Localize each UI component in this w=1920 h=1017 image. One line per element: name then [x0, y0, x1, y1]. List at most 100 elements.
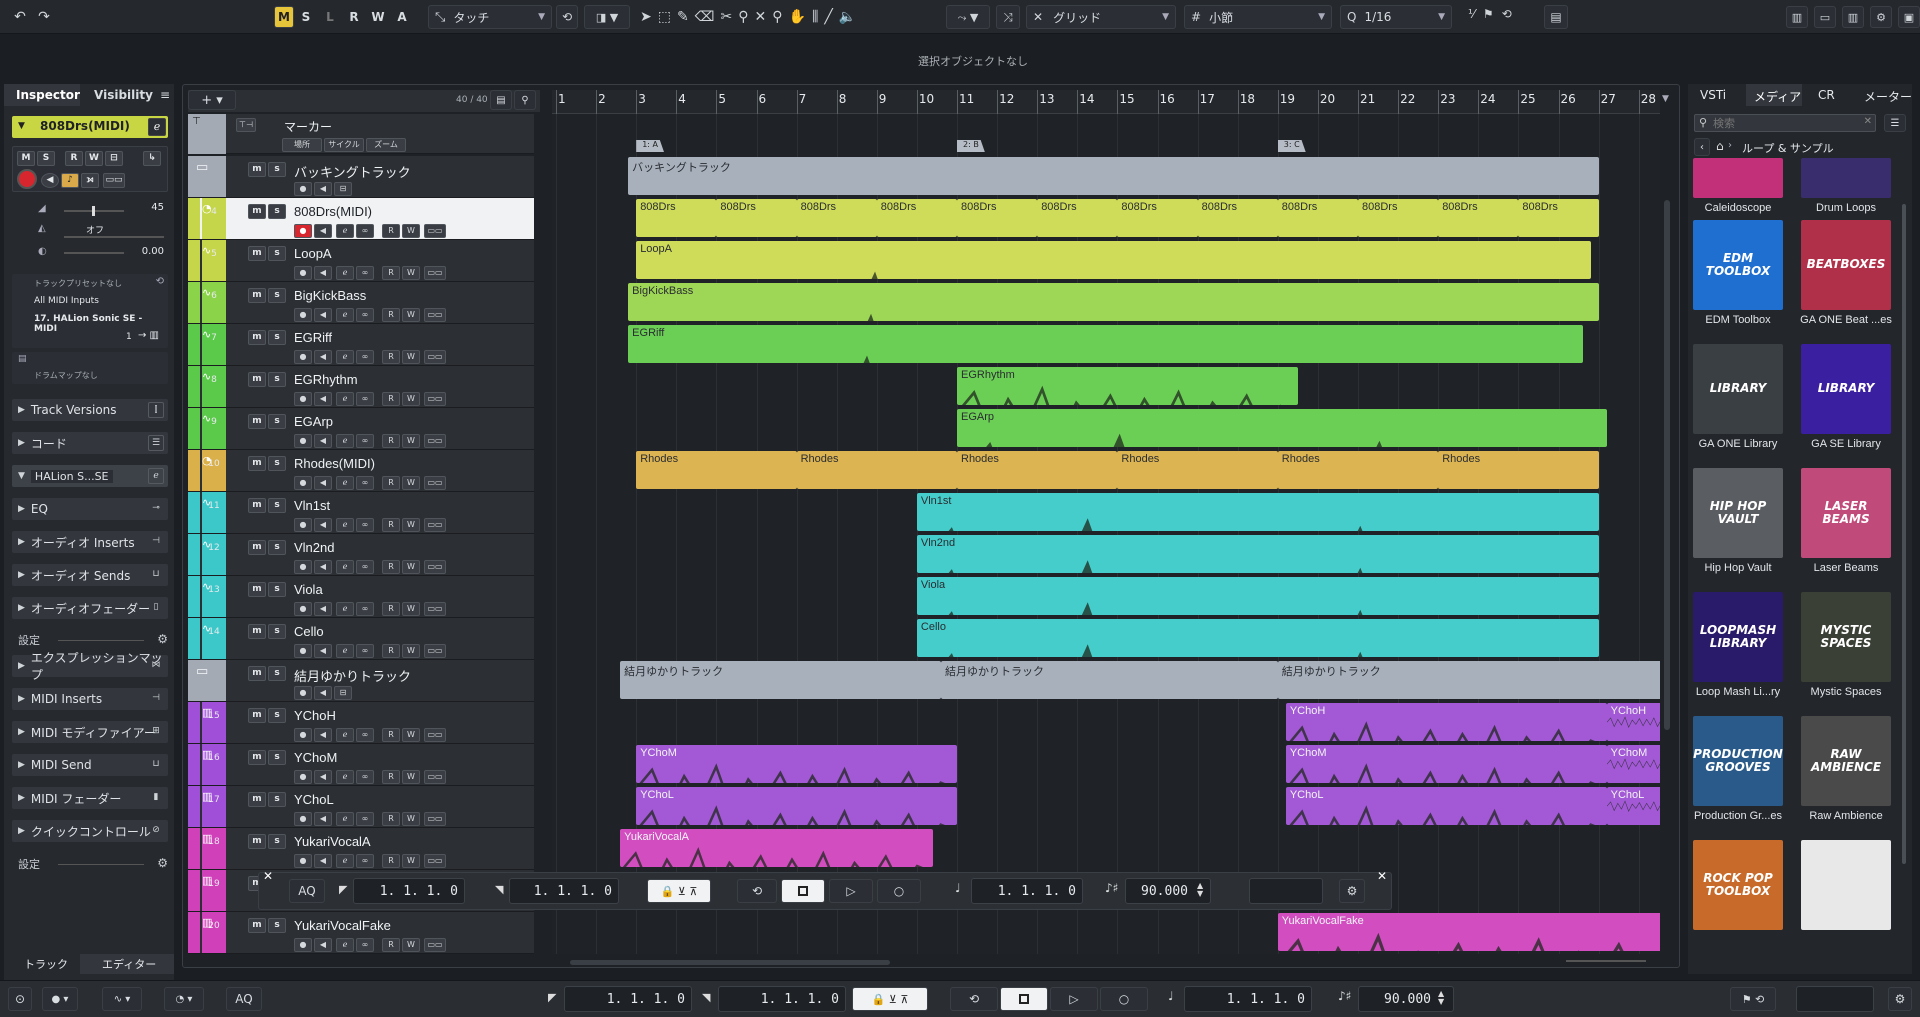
mute-button[interactable]: m: [248, 246, 266, 261]
inserts-toggle[interactable]: ▭▭: [424, 308, 446, 322]
record-enable-toggle[interactable]: ●: [294, 938, 312, 952]
sync-button[interactable]: ⊙: [8, 987, 32, 1011]
media-item-rock-pop-toolbox[interactable]: ROCK POP TOOLBOX: [1692, 840, 1784, 934]
mute-button[interactable]: m: [248, 666, 266, 681]
right-zone-toggle[interactable]: ▥: [1842, 6, 1864, 28]
edit-toggle[interactable]: ℯ: [336, 308, 354, 322]
mute-button[interactable]: m: [248, 834, 266, 849]
track-cello[interactable]: 14 ∿ m s Cello ● ◀ ℯ ∞ R W ▭▭: [188, 618, 534, 660]
glue-tool-icon[interactable]: ⚲: [738, 10, 748, 24]
midi-channel-value[interactable]: 1: [126, 332, 132, 342]
write-toggle[interactable]: W: [402, 350, 420, 364]
edit-toggle[interactable]: ℯ: [336, 350, 354, 364]
edit-toggle[interactable]: ℯ: [336, 938, 354, 952]
line-tool-icon[interactable]: ╱: [824, 10, 832, 24]
event-ychoh-1[interactable]: YChoH: [1285, 703, 1607, 741]
event-808drs[interactable]: 808Drs: [1277, 199, 1358, 237]
track-name[interactable]: Vln2nd: [294, 540, 334, 555]
write-toggle[interactable]: W: [402, 644, 420, 658]
inserts-toggle[interactable]: ▭▭: [424, 350, 446, 364]
write-toggle[interactable]: W: [402, 518, 420, 532]
event-ychom-2[interactable]: YChoM: [1285, 745, 1607, 783]
record-enable-button[interactable]: [17, 169, 37, 189]
bottom-lock-button[interactable]: 🔒 ⊻ ⊼: [852, 987, 928, 1011]
event-rhodes[interactable]: Rhodes: [636, 451, 797, 489]
clear-search-icon[interactable]: ✕: [1864, 116, 1872, 127]
marker-label[interactable]: 2: B: [957, 140, 985, 152]
read-toggle[interactable]: R: [382, 602, 400, 616]
write-toggle[interactable]: W: [402, 476, 420, 490]
mute-button[interactable]: m: [248, 498, 266, 513]
tab-track[interactable]: トラック: [24, 956, 68, 972]
mute-button[interactable]: m: [248, 750, 266, 765]
track-name[interactable]: Rhodes(MIDI): [294, 456, 375, 471]
write-toggle[interactable]: W: [402, 854, 420, 868]
event-808drs[interactable]: 808Drs: [716, 199, 797, 237]
bottom-aq-button[interactable]: AQ: [226, 987, 262, 1011]
inserts-toggle[interactable]: ▭▭: [424, 224, 446, 238]
event-rhodes[interactable]: Rhodes: [1117, 451, 1278, 489]
inspector-mute-button[interactable]: M: [17, 151, 35, 166]
edit-toggle[interactable]: ℯ: [336, 434, 354, 448]
inspector-menu-icon[interactable]: ≡: [160, 88, 170, 102]
record-enable-toggle[interactable]: ●: [294, 560, 312, 574]
iterative-quantize-icon[interactable]: ⅟: [1468, 8, 1475, 20]
mute-button[interactable]: m: [248, 582, 266, 597]
edit-toggle[interactable]: ℯ: [336, 812, 354, 826]
delay-slider[interactable]: [64, 252, 124, 254]
event-vln2nd[interactable]: Vln2nd: [916, 535, 1599, 573]
read-toggle[interactable]: R: [382, 770, 400, 784]
track-name[interactable]: EGRiff: [294, 330, 332, 345]
snap-mode-button[interactable]: ⤳ ▼: [946, 5, 990, 29]
solo-button[interactable]: s: [268, 204, 286, 219]
bottom-zone-toggle[interactable]: ▭: [1814, 6, 1836, 28]
record-enable-toggle[interactable]: ●: [294, 644, 312, 658]
add-track-button[interactable]: + ▾: [188, 90, 236, 110]
inspector-section-chord[interactable]: ▶ コード ☰: [12, 432, 168, 454]
read-toggle[interactable]: R: [382, 560, 400, 574]
close-icon[interactable]: ✕: [1377, 869, 1387, 883]
track-yukarivocalfake[interactable]: 20 ▥ m s YukariVocalFake ● ◀ ℯ ∞ R W ▭▭: [188, 912, 534, 954]
bottom-stop-button[interactable]: [1000, 987, 1048, 1011]
track-vln2nd[interactable]: 12 ∿ m s Vln2nd ● ◀ ℯ ∞ R W ▭▭: [188, 534, 534, 576]
lane-toggle[interactable]: ∞: [356, 266, 374, 280]
read-toggle[interactable]: R: [382, 644, 400, 658]
mute-button[interactable]: m: [248, 918, 266, 933]
track-name[interactable]: LoopA: [294, 246, 332, 261]
event-ychol-1[interactable]: YChoL: [636, 787, 957, 825]
media-item-production-grooves[interactable]: PRODUCTION GROOVES Production Gr...es: [1692, 716, 1784, 822]
transport-settings-button[interactable]: ⚙: [1339, 879, 1365, 903]
media-item-laser-beams[interactable]: LASER BEAMS Laser Beams: [1800, 468, 1892, 574]
inspector-section-midi-fader[interactable]: ▶ MIDI フェーダー ▮: [12, 787, 168, 809]
grid-type-select[interactable]: # 小節 ▼: [1184, 5, 1332, 29]
scissors-tool-icon[interactable]: ✂: [721, 10, 733, 24]
read-toggle[interactable]: R: [382, 266, 400, 280]
record-button[interactable]: ○: [877, 879, 921, 903]
marker-label[interactable]: 1: A: [636, 140, 664, 152]
monitor-toggle[interactable]: ◀: [314, 266, 332, 280]
event-yukarivocala[interactable]: YukariVocalA: [620, 829, 933, 867]
bottom-left-locator[interactable]: 1. 1. 1. 0: [564, 986, 692, 1012]
lane-toggle[interactable]: ∞: [356, 644, 374, 658]
track-bigkickbass[interactable]: 6 ∿ m s BigKickBass ● ◀ ℯ ∞ R W ▭▭: [188, 282, 534, 324]
mode-w-button[interactable]: W: [368, 6, 388, 28]
media-item-ga-one-library[interactable]: LIBRARY GA ONE Library: [1692, 344, 1784, 450]
bottom-settings-button[interactable]: ⚙: [1888, 987, 1912, 1011]
tab-cr[interactable]: CR: [1818, 88, 1835, 102]
track-egrhythm[interactable]: 8 ∿ m s EGRhythm ● ◀ ℯ ∞ R W ▭▭: [188, 366, 534, 408]
read-toggle[interactable]: R: [382, 728, 400, 742]
marker-cycle-select[interactable]: サイクル: [324, 138, 364, 152]
ruler[interactable]: 1 2 3 4 5 6 7 8 9 10 11 12 13 14 15 16 17 18 19 20 21 22 23 24 2…: [552, 90, 1660, 114]
track-folder-backing[interactable]: ▭ m s バッキングトラック ● ◀ ⊟: [188, 156, 534, 198]
track-visibility-button[interactable]: ▤: [490, 90, 512, 110]
event-ychol-3[interactable]: YChoL: [1606, 787, 1660, 825]
tab-editor[interactable]: エディター: [80, 954, 174, 974]
event-808drs[interactable]: 808Drs: [957, 199, 1038, 237]
auto-quantize-button[interactable]: AQ: [289, 879, 325, 903]
window-layout-button[interactable]: ▤: [1544, 5, 1568, 29]
mute-button[interactable]: m: [248, 792, 266, 807]
mute-tool-icon[interactable]: ✕: [755, 10, 767, 24]
lane-toggle[interactable]: ∞: [356, 518, 374, 532]
search-input[interactable]: [1713, 115, 1853, 131]
write-toggle[interactable]: W: [402, 770, 420, 784]
